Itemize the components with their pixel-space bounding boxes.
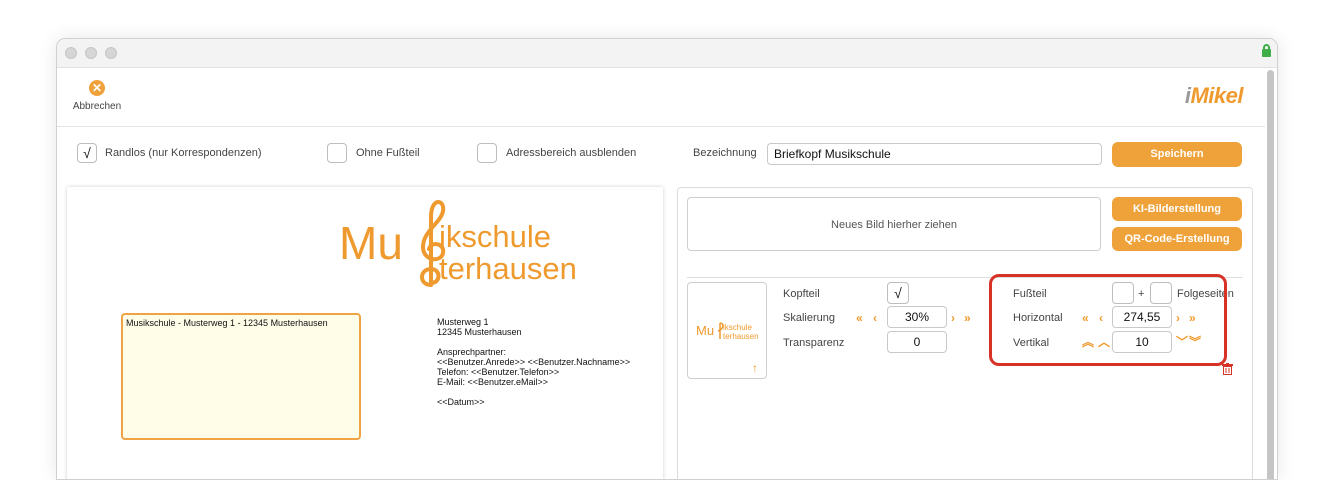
randlos-label: Randlos (nur Korrespondenzen) xyxy=(105,147,262,159)
app-window: ✕ Abbrechen iMikel √ Randlos (nur Korres… xyxy=(56,38,1278,480)
double-chevron-left-icon[interactable]: « xyxy=(856,311,863,325)
transparenz-label: Transparenz xyxy=(783,337,845,349)
minimize-window-button[interactable] xyxy=(85,47,97,59)
logo-text-ikschule: ikschule xyxy=(439,219,551,254)
sender-line: E-Mail: <<Benutzer.eMail>> xyxy=(437,377,549,387)
thumbnail-logo: Mu ikschule terhausen xyxy=(696,322,759,341)
ohne-fussteil-checkbox[interactable] xyxy=(327,143,347,163)
randlos-checkbox[interactable]: √ xyxy=(77,143,97,163)
svg-text:terhausen: terhausen xyxy=(723,332,759,341)
sender-line: <<Benutzer.Anrede>> <<Benutzer.Nachname>… xyxy=(437,357,631,367)
close-window-button[interactable] xyxy=(65,47,77,59)
sender-block: Musterweg 1 12345 Musterhausen Ansprechp… xyxy=(437,317,630,407)
svg-text:ikschule: ikschule xyxy=(723,323,752,332)
cancel-icon: ✕ xyxy=(89,80,105,96)
bezeichnung-label: Bezeichnung xyxy=(693,147,757,159)
image-thumbnail[interactable]: Mu ikschule terhausen ↑ xyxy=(687,282,767,379)
double-chevron-right-icon[interactable]: » xyxy=(964,311,971,325)
imikel-logo: iMikel xyxy=(1184,83,1244,108)
image-dropzone[interactable]: Neues Bild hierher ziehen xyxy=(687,197,1101,251)
sender-line: 12345 Musterhausen xyxy=(437,327,522,337)
qr-code-button[interactable]: QR-Code-Erstellung xyxy=(1112,227,1242,251)
svg-text:Mu: Mu xyxy=(696,323,714,338)
save-button[interactable]: Speichern xyxy=(1112,142,1242,167)
arrow-up-icon[interactable]: ↑ xyxy=(752,361,758,375)
sender-line xyxy=(437,337,630,347)
cancel-label: Abbrechen xyxy=(72,101,122,112)
skalierung-label: Skalierung xyxy=(783,312,835,324)
sender-line xyxy=(437,387,630,397)
sender-line: Musterweg 1 xyxy=(437,317,489,327)
sender-line: Ansprechpartner: xyxy=(437,347,507,357)
sender-line: <<Datum>> xyxy=(437,397,485,407)
cancel-button[interactable]: ✕ Abbrechen xyxy=(69,80,125,112)
transparenz-input[interactable]: 0 xyxy=(887,331,947,353)
kopfteil-checkbox[interactable]: √ xyxy=(887,282,909,304)
image-settings-panel: Neues Bild hierher ziehen KI-Bilderstell… xyxy=(677,187,1253,479)
trash-icon[interactable] xyxy=(1222,363,1233,375)
adressbereich-checkbox[interactable] xyxy=(477,143,497,163)
logo-text-mu: Mu xyxy=(339,217,403,269)
lock-icon xyxy=(1262,44,1271,57)
letter-preview: Mu ikschule terhausen Musikschule - Must… xyxy=(67,187,663,479)
kopfteil-label: Kopfteil xyxy=(783,288,820,300)
adressbereich-label: Adressbereich ausblenden xyxy=(506,147,637,159)
address-line: Musikschule - Musterweg 1 - 12345 Muster… xyxy=(126,318,328,328)
ohne-fussteil-label: Ohne Fußteil xyxy=(356,147,420,159)
toolbar: ✕ Abbrechen iMikel xyxy=(57,68,1265,127)
logo-text-terhausen: terhausen xyxy=(439,251,577,286)
zoom-window-button[interactable] xyxy=(105,47,117,59)
musikschule-logo: Mu ikschule terhausen xyxy=(339,200,577,287)
skalierung-input[interactable]: 30% xyxy=(887,306,947,328)
chevron-right-icon[interactable]: › xyxy=(951,311,955,325)
vertical-scrollbar[interactable] xyxy=(1267,70,1274,479)
ki-bilderstellung-button[interactable]: KI-Bilderstellung xyxy=(1112,197,1242,221)
options-row: √ Randlos (nur Korrespondenzen) Ohne Fuß… xyxy=(57,139,1265,169)
sender-line: Telefon: <<Benutzer.Telefon>> xyxy=(437,367,560,377)
bezeichnung-input[interactable]: Briefkopf Musikschule xyxy=(767,143,1102,165)
chevron-left-icon[interactable]: ‹ xyxy=(873,311,877,325)
highlight-frame xyxy=(989,274,1227,366)
title-bar xyxy=(57,39,1277,68)
address-window[interactable]: Musikschule - Musterweg 1 - 12345 Muster… xyxy=(121,313,361,440)
